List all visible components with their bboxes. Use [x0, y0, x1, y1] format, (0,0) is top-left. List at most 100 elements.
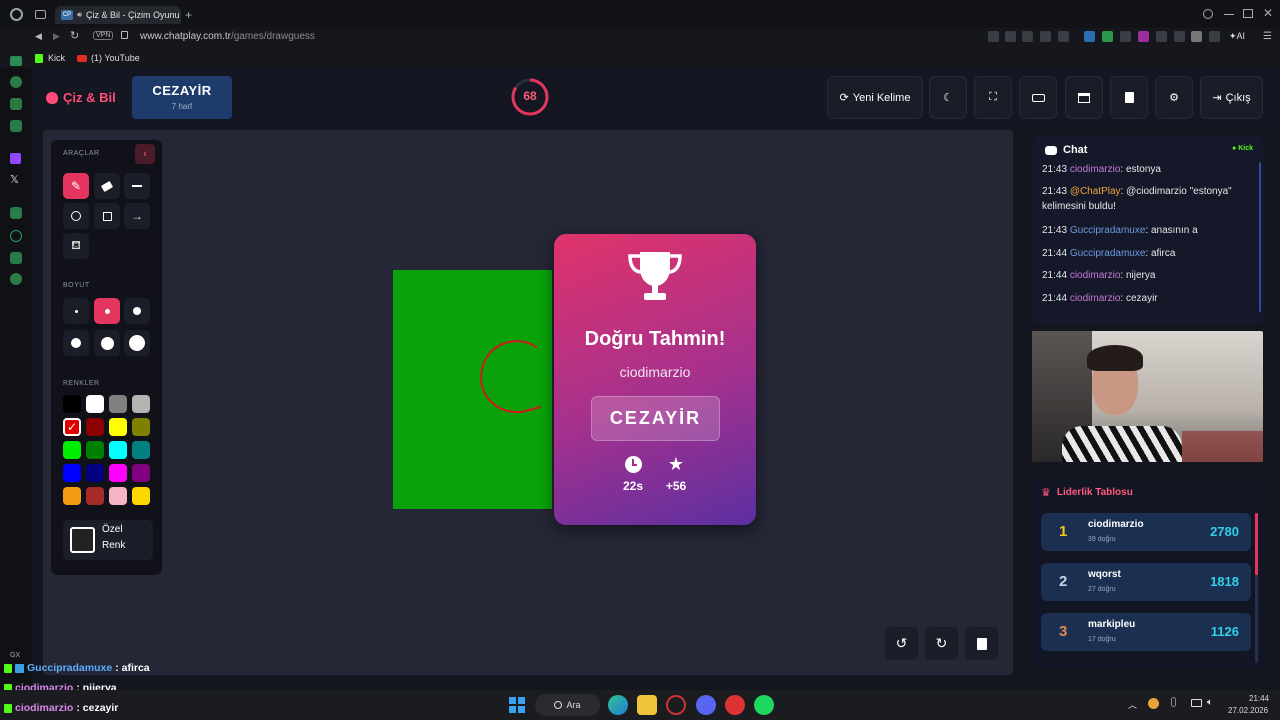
redo-button[interactable]: ↻ [925, 627, 958, 660]
color-swatch[interactable] [63, 441, 81, 459]
exit-button[interactable]: ⇥ Çıkış [1200, 76, 1263, 119]
bookmark-kick[interactable]: Kick [35, 53, 65, 63]
leaderboard-scrollbar[interactable] [1255, 513, 1258, 663]
color-swatch[interactable] [86, 395, 104, 413]
spotify-icon[interactable] [754, 695, 774, 715]
delete-button[interactable] [1110, 76, 1148, 119]
sidebar-icon[interactable] [10, 120, 22, 132]
clock-icon[interactable] [10, 230, 22, 242]
color-swatch[interactable] [63, 464, 81, 482]
size-option-2[interactable] [94, 298, 120, 324]
size-option-3[interactable] [124, 298, 150, 324]
taskbar-search[interactable]: Ara [535, 694, 600, 716]
sidebar-gx-icon[interactable] [10, 56, 22, 66]
clear-canvas-button[interactable] [965, 627, 998, 660]
extension-icon[interactable] [1174, 31, 1185, 42]
color-swatch[interactable] [109, 418, 127, 436]
ai-button[interactable]: ✦AI [1229, 31, 1245, 42]
eraser-tool[interactable] [94, 173, 120, 199]
opera-gx-logo-icon[interactable] [10, 8, 23, 21]
extension-icon[interactable] [988, 31, 999, 42]
size-option-5[interactable] [94, 330, 120, 356]
tray-chevron-icon[interactable]: ︿ [1128, 698, 1137, 711]
edge-icon[interactable] [608, 695, 628, 715]
extension-icon[interactable] [1209, 31, 1220, 42]
maximize-button[interactable] [1243, 9, 1253, 18]
arrow-tool[interactable]: → [124, 203, 150, 229]
fill-tool[interactable]: ⛾ [63, 233, 89, 259]
brush-tool[interactable]: ✎ [63, 173, 89, 199]
twitch-icon[interactable] [10, 153, 21, 164]
bookmark-youtube[interactable]: (1) YouTube [77, 53, 140, 63]
profile-avatar[interactable] [1191, 31, 1202, 42]
color-swatch[interactable] [132, 464, 150, 482]
color-swatch[interactable] [132, 441, 150, 459]
color-swatch[interactable] [63, 395, 81, 413]
line-tool[interactable] [124, 173, 150, 199]
shield-icon[interactable] [1022, 31, 1033, 42]
circle-tool[interactable] [63, 203, 89, 229]
game-logo[interactable]: Çiz & Bil [46, 90, 116, 105]
discord-icon[interactable] [696, 695, 716, 715]
sidebar-icon[interactable] [10, 207, 22, 219]
keyboard-button[interactable] [1019, 76, 1057, 119]
extension-icon[interactable] [1084, 31, 1095, 42]
network-icon[interactable] [1191, 699, 1202, 707]
color-swatch[interactable] [86, 464, 104, 482]
microphone-icon[interactable] [1171, 697, 1176, 707]
active-browser-tab[interactable]: CP 🔊︎ Çiz & Bil - Çizim Oyunu [55, 6, 181, 24]
windows-start-icon[interactable] [509, 697, 525, 713]
heart-icon[interactable] [1058, 31, 1069, 42]
color-swatch[interactable] [109, 464, 127, 482]
minimize-button[interactable] [1224, 14, 1234, 15]
color-swatch[interactable] [86, 418, 104, 436]
volume-icon[interactable]: 🔈︎ [1207, 697, 1213, 708]
tab-search-icon[interactable] [1203, 9, 1213, 19]
extension-icon[interactable] [1005, 31, 1016, 42]
opera-gx-icon[interactable] [666, 695, 686, 715]
color-swatch[interactable] [132, 418, 150, 436]
clock-date[interactable]: 27.02.2026 [1228, 706, 1268, 715]
menu-icon[interactable]: ☰ [1263, 31, 1272, 42]
dark-mode-button[interactable]: ☾ [929, 76, 967, 119]
reload-icon[interactable]: ↻ [70, 29, 79, 42]
rectangle-tool[interactable] [94, 203, 120, 229]
vpn-badge[interactable]: VPN [93, 31, 114, 40]
chat-scrollbar[interactable] [1259, 162, 1261, 312]
sidebar-icon[interactable] [10, 252, 22, 264]
settings-button[interactable]: ⚙ [1155, 76, 1193, 119]
fullscreen-button[interactable]: ⛶ [974, 76, 1012, 119]
url-field[interactable]: www.chatplay.com.tr/games/drawguess [140, 31, 315, 42]
sidebar-icon[interactable] [10, 76, 22, 88]
color-swatch[interactable]: ✓ [63, 418, 81, 436]
custom-color-button[interactable]: Özel Renk [63, 520, 153, 560]
tray-icon[interactable] [1148, 698, 1159, 709]
size-option-4[interactable] [63, 330, 89, 356]
file-explorer-icon[interactable] [637, 695, 657, 715]
color-swatch[interactable] [109, 441, 127, 459]
clock-time[interactable]: 21:44 [1249, 694, 1269, 703]
back-icon[interactable]: ◀ [35, 31, 42, 42]
forward-icon[interactable]: ▶ [53, 31, 60, 42]
color-swatch[interactable] [109, 487, 127, 505]
close-window-button[interactable]: ✕ [1263, 6, 1273, 20]
color-swatch[interactable] [63, 487, 81, 505]
extension-icon[interactable] [1138, 31, 1149, 42]
sidebar-icon[interactable] [10, 98, 22, 110]
collapse-panel-button[interactable]: ‹ [135, 144, 155, 164]
settings-icon[interactable] [10, 273, 22, 285]
extension-icon[interactable] [1102, 31, 1113, 42]
color-swatch[interactable] [86, 441, 104, 459]
size-option-1[interactable] [63, 298, 89, 324]
color-swatch[interactable] [86, 487, 104, 505]
extension-icon[interactable] [1156, 31, 1167, 42]
play-icon[interactable] [1040, 31, 1051, 42]
color-swatch[interactable] [132, 395, 150, 413]
size-option-6[interactable] [124, 330, 150, 356]
workspaces-icon[interactable] [35, 10, 46, 19]
x-icon[interactable]: 𝕏 [10, 173, 19, 186]
new-tab-button[interactable]: + [185, 8, 192, 22]
app-icon[interactable] [725, 695, 745, 715]
new-word-button[interactable]: ⟳ Yeni Kelime [827, 76, 923, 119]
undo-button[interactable]: ↺ [885, 627, 918, 660]
